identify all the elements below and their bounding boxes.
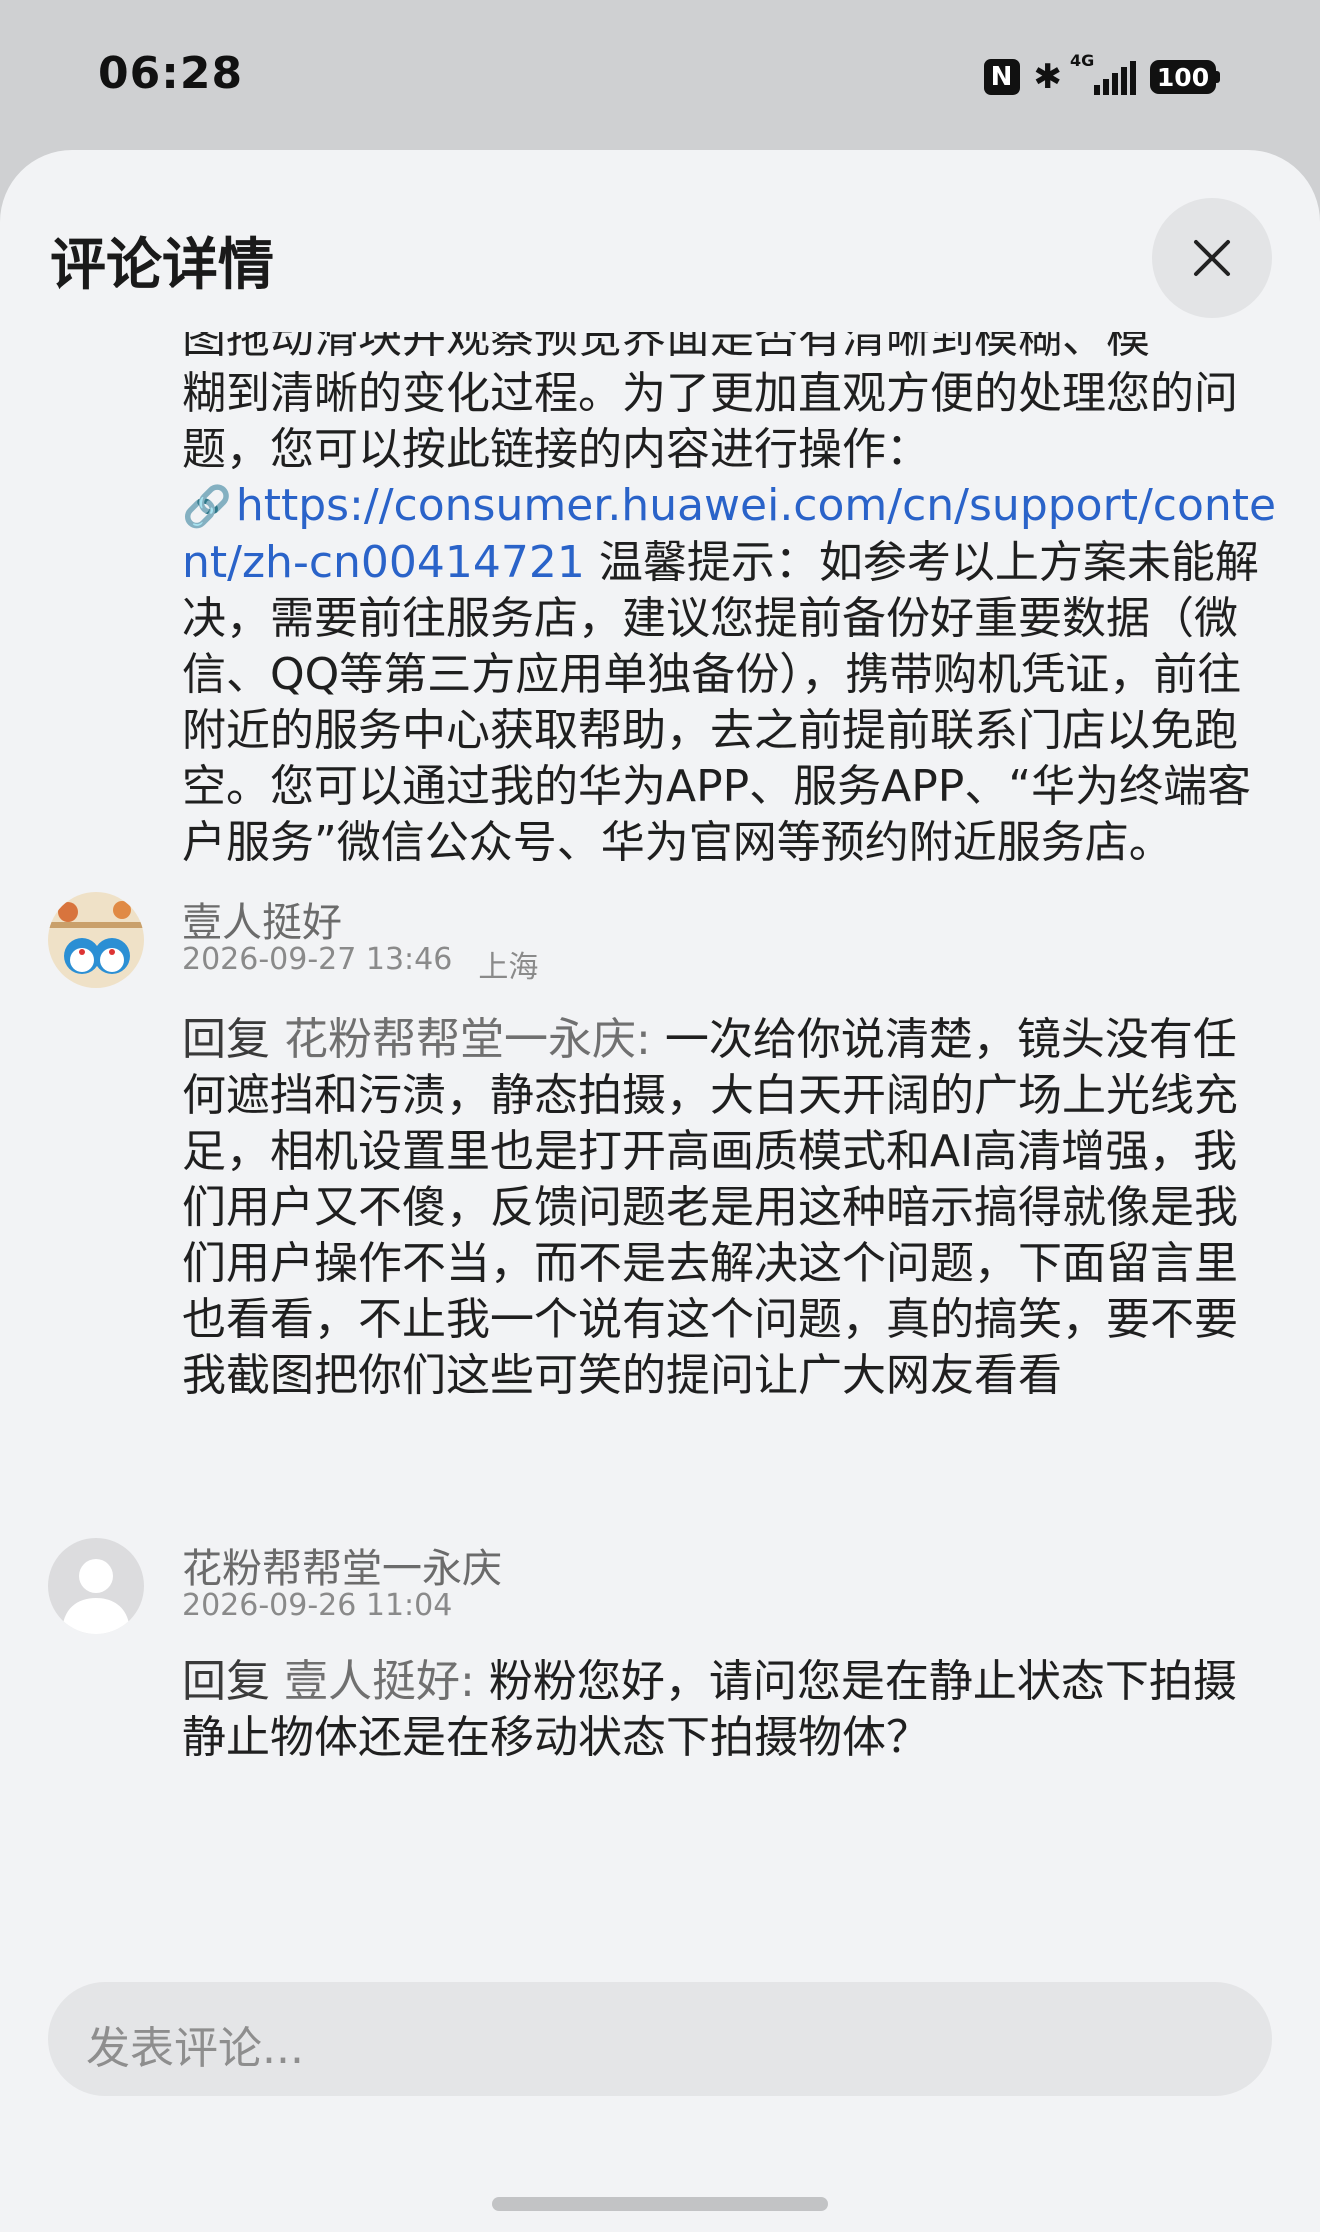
close-icon — [1194, 240, 1230, 276]
avatar[interactable] — [48, 1538, 144, 1634]
comment-username[interactable]: 花粉帮帮堂一永庆 — [182, 1536, 502, 1594]
reply-target-user[interactable]: 壹人挺好: — [284, 1656, 475, 1707]
comment-date: 2026-09-26 11:04 — [182, 1588, 453, 1623]
comment-body: 回复 壹人挺好: 粉粉您好，请问您是在静止状态下拍摄静止物体还是在移动状态下拍摄… — [182, 1654, 1277, 1766]
reply-body: 图拖动滑块并观察预览界面是否有清晰到模糊、模 糊到清晰的变化过程。为了更加直观方… — [182, 332, 1277, 871]
reply-text-part: 糊到清晰的变化过程。为了更加直观方便的处理您的问题，您可以按此链接的内容进行操作… — [182, 368, 1238, 475]
reply-target-user[interactable]: 花粉帮帮堂一永庆: — [284, 1014, 651, 1065]
comment-detail-sheet: 评论详情 图拖动滑块并观察预览界面是否有清晰到模糊、模 糊到清晰的变化过程。为了… — [0, 150, 1320, 2232]
comment-list[interactable]: 图拖动滑块并观察预览界面是否有清晰到模糊、模 糊到清晰的变化过程。为了更加直观方… — [0, 332, 1320, 2112]
signal-icon: 4G — [1070, 51, 1136, 95]
battery-icon: 100 — [1150, 60, 1220, 94]
close-button[interactable] — [1152, 198, 1272, 318]
reply-text-cut-line: 图拖动滑块并观察预览界面是否有清晰到模糊、模 — [182, 332, 1150, 363]
bluetooth-icon: ✱ — [1033, 57, 1063, 97]
reply-prefix: 回复 — [182, 1656, 270, 1707]
nfc-icon: N — [983, 59, 1020, 95]
battery-level: 100 — [1150, 60, 1216, 94]
comment-meta: 2026-09-27 13:46 上海 — [182, 942, 538, 986]
link-icon: 🔗 — [182, 484, 232, 530]
comment-input-placeholder[interactable]: 发表评论... — [86, 2012, 304, 2076]
comment-location: 上海 — [478, 950, 539, 985]
comment-meta: 2026-09-26 11:04 — [182, 1588, 452, 1623]
status-icons: N ✱ 4G 100 — [983, 51, 1220, 102]
comment-body: 回复 花粉帮帮堂一永庆: 一次给你说清楚，镜头没有任何遮挡和污渍，静态拍摄，大白… — [182, 1012, 1277, 1404]
comment-date: 2026-09-27 13:46 — [182, 942, 453, 977]
avatar[interactable] — [48, 892, 144, 988]
default-avatar-icon — [48, 1538, 144, 1634]
sheet-title: 评论详情 — [50, 233, 274, 298]
avatar-image-icon — [48, 892, 144, 988]
comment-username[interactable]: 壹人挺好 — [182, 890, 342, 948]
comment-input[interactable]: 发表评论... — [48, 1982, 1272, 2096]
comment-text: 一次给你说清楚，镜头没有任何遮挡和污渍，静态拍摄，大白天开阔的广场上光线充足，相… — [182, 1014, 1238, 1401]
status-time: 06:28 — [98, 48, 244, 99]
home-indicator[interactable] — [492, 2197, 828, 2211]
reply-prefix: 回复 — [182, 1014, 270, 1065]
network-type-label: 4G — [1070, 51, 1095, 70]
status-bar: 06:28 N ✱ 4G 100 — [0, 0, 1320, 150]
